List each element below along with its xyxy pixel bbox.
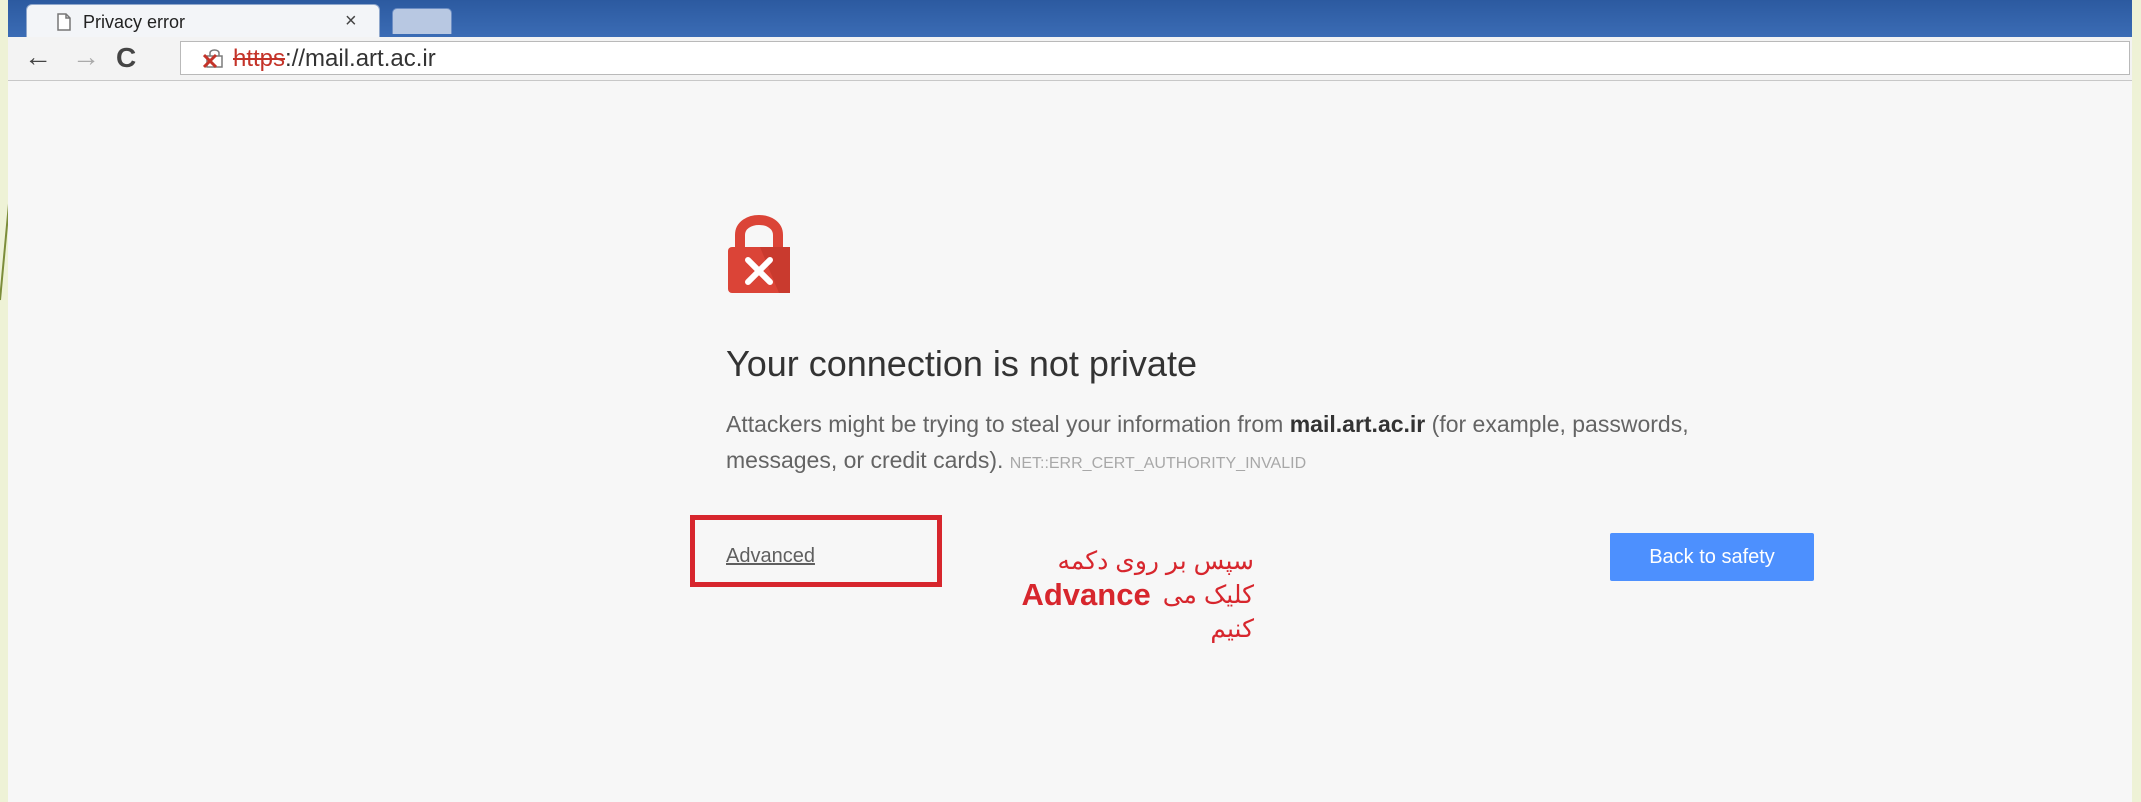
browser-toolbar: ← → C https://mail.art.ac.ir bbox=[8, 37, 2132, 81]
farsi-instruction-annotation: سپس بر روی دکمه کلیک می Advance کنیم bbox=[954, 544, 1254, 646]
annotation-line-2: کلیک می Advance bbox=[954, 578, 1254, 612]
url-scheme: https bbox=[233, 45, 286, 72]
domain-name: mail.art.ac.ir bbox=[1289, 411, 1426, 437]
forward-arrow-icon[interactable]: → bbox=[72, 43, 100, 71]
new-tab-button[interactable] bbox=[392, 8, 452, 34]
tab-bar: Privacy error × bbox=[8, 0, 2132, 37]
privacy-error-content: Your connection is not private Attackers… bbox=[8, 81, 2132, 802]
page-icon bbox=[57, 13, 71, 31]
tab-close-icon[interactable]: × bbox=[345, 10, 357, 33]
address-bar[interactable]: https://mail.art.ac.ir bbox=[180, 41, 2130, 75]
annotation-line-3: کنیم bbox=[1210, 615, 1254, 643]
privacy-error-tab[interactable]: Privacy error × bbox=[26, 4, 380, 37]
url-text: https://mail.art.ac.ir bbox=[233, 45, 436, 73]
red-padlock-x-icon bbox=[728, 215, 790, 293]
tab-title: Privacy error bbox=[83, 12, 186, 32]
back-to-safety-button[interactable]: Back to safety bbox=[1610, 533, 1814, 581]
advanced-highlight-box bbox=[690, 515, 942, 587]
error-code: NET::ERR_CERT_AUTHORITY_INVALID bbox=[1009, 455, 1307, 472]
annotation-advance-word: Advance bbox=[1021, 577, 1151, 612]
url-host: ://mail.art.ac.ir bbox=[285, 45, 436, 72]
reload-icon[interactable]: C bbox=[116, 44, 136, 72]
annotation-line-1: سپس بر روی دکمه bbox=[1057, 547, 1254, 575]
back-arrow-icon[interactable]: ← bbox=[24, 43, 52, 71]
annotation-word: کلیک می bbox=[1162, 581, 1254, 609]
description-prefix: Attackers might be trying to steal your … bbox=[726, 411, 1290, 437]
browser-window: Privacy error × ← → C https://mail.art.a… bbox=[8, 0, 2132, 802]
page-title: Your connection is not private bbox=[726, 343, 1197, 384]
warning-description: Attackers might be trying to steal your … bbox=[726, 406, 1786, 482]
broken-lock-icon bbox=[203, 49, 223, 69]
